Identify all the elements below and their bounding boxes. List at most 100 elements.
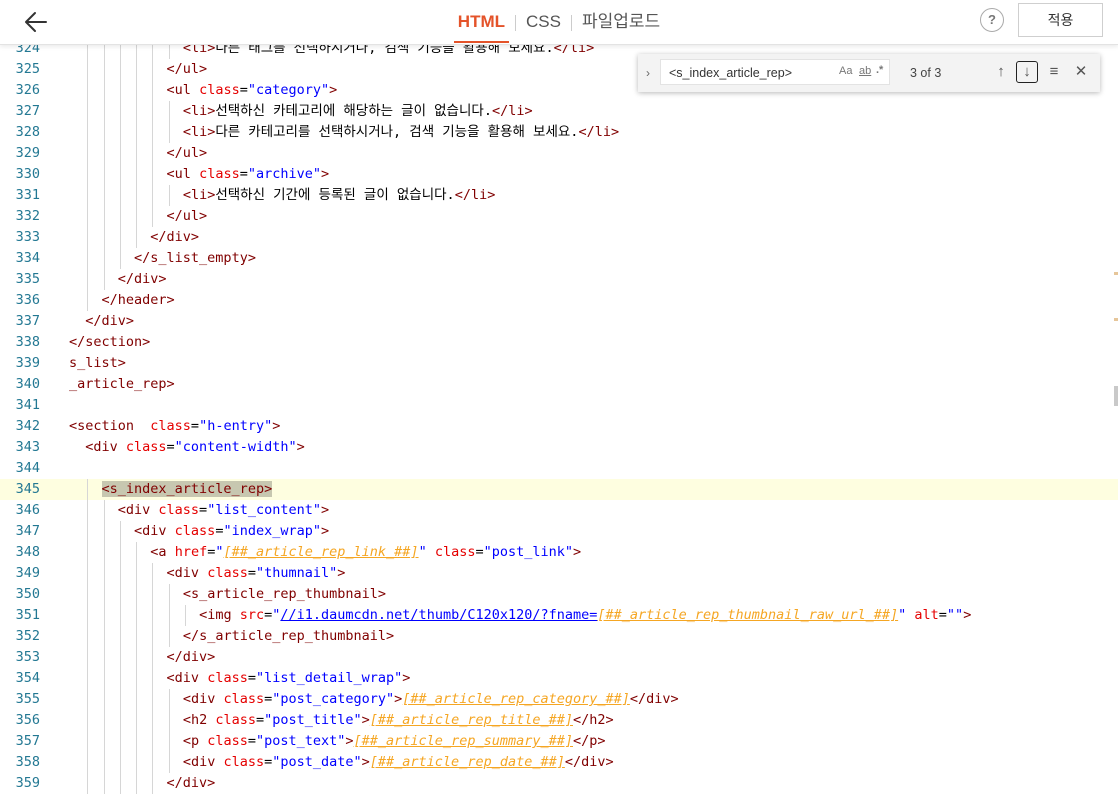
line-number: 333 [15, 229, 40, 245]
indent-guide [119, 101, 121, 122]
code-line[interactable]: 338 </section> [0, 332, 1118, 353]
code-line[interactable]: 334 </s_list_empty> [0, 248, 1118, 269]
code-line[interactable]: 332 </ul> [0, 206, 1118, 227]
indent-guide [136, 227, 138, 248]
scrollbar-thumb[interactable] [1114, 386, 1118, 406]
line-number: 327 [15, 103, 40, 119]
indent-guide [184, 605, 186, 626]
indent-guide [103, 584, 105, 605]
code-line[interactable]: 352 </s_article_rep_thumbnail> [0, 626, 1118, 647]
find-input[interactable] [667, 63, 821, 83]
code-line[interactable]: 354 <div class="list_detail_wrap"> [0, 668, 1118, 689]
code-token-tag: </s_article_rep_thumbnail> [182, 628, 395, 644]
code-line[interactable]: 339 s_list> [0, 353, 1118, 374]
code-token-tag: <ul [166, 166, 200, 182]
indent-guide [87, 689, 89, 710]
toggle-replace-chevron-icon[interactable]: › [646, 66, 650, 80]
code-line[interactable]: 349 <div class="thumnail"> [0, 563, 1118, 584]
code-token-tag: <li> [182, 103, 216, 119]
code-line[interactable]: 344 [0, 458, 1118, 479]
find-widget: › Aa ab .* 3 of 3 ↑ ↓ ≡ ✕ [638, 54, 1100, 92]
code-token-tmpl: [##_article_rep_date_##] [369, 754, 565, 770]
code-line[interactable]: 358 <div class="post_date">[##_article_re… [0, 752, 1118, 773]
code-token-tag: <img [199, 607, 240, 623]
code-text: <s_article_rep_thumbnail> [183, 584, 386, 605]
code-line[interactable]: 355 <div class="post_category">[##_articl… [0, 689, 1118, 710]
code-line[interactable]: 329 </ul> [0, 143, 1118, 164]
code-token-tag: > [337, 565, 346, 581]
code-line[interactable]: 336 </header> [0, 290, 1118, 311]
code-token-tag: </li> [491, 103, 533, 119]
indent-guide [136, 122, 138, 143]
code-line[interactable]: 348 <a href="[##_article_rep_link_##]" cl… [0, 542, 1118, 563]
previous-match-arrow-up-icon[interactable]: ↑ [990, 61, 1012, 83]
code-token-tmpl: [##_article_rep_summary_##] [353, 733, 573, 749]
indent-guide [119, 731, 121, 752]
close-icon[interactable]: ✕ [1070, 61, 1092, 83]
tab-html[interactable]: HTML [453, 3, 510, 43]
code-token-tag: <div [166, 565, 208, 581]
apply-button[interactable]: 적용 [1018, 3, 1103, 37]
indent-guide [103, 59, 105, 80]
code-line[interactable]: 340 _article_rep> [0, 374, 1118, 395]
code-line[interactable]: 327 <li>선택하신 카테고리에 해당하는 글이 없습니다.</li> [0, 101, 1118, 122]
code-token-tmpl: [##_article_rep_link_##] [223, 544, 419, 560]
code-line[interactable]: 343 <div class="content-width"> [0, 437, 1118, 458]
code-token-str: "" [946, 607, 964, 623]
code-token-str: "thumnail" [255, 565, 338, 581]
find-in-selection-icon[interactable]: ≡ [1043, 61, 1065, 83]
code-line[interactable]: 357 <p class="post_text">[##_article_rep_… [0, 731, 1118, 752]
code-text: </div> [85, 311, 134, 332]
code-token-attr: class [199, 166, 240, 182]
code-line[interactable]: 356 <h2 class="post_title">[##_article_re… [0, 710, 1118, 731]
code-token-tag: > [296, 439, 305, 455]
indent-guide [119, 668, 121, 689]
code-line[interactable]: 341 [0, 395, 1118, 416]
code-line[interactable]: 346 <div class="list_content"> [0, 500, 1118, 521]
code-line[interactable]: 331 <li>선택하신 기간에 등록된 글이 없습니다.</li> [0, 185, 1118, 206]
code-editor[interactable]: 324 <li>다른 태그를 선택하시거나, 검색 기능을 활용해 보세요.</l… [0, 44, 1118, 798]
indent-guide [87, 500, 89, 521]
indent-guide [87, 647, 89, 668]
code-line[interactable]: 330 <ul class="archive"> [0, 164, 1118, 185]
code-line[interactable]: 333 </div> [0, 227, 1118, 248]
code-token-attr: src [239, 607, 265, 623]
whole-word-toggle[interactable]: ab [859, 65, 871, 77]
code-line[interactable]: 350 <s_article_rep_thumbnail> [0, 584, 1118, 605]
code-token-attr: class [434, 544, 476, 560]
line-number: 336 [15, 292, 40, 308]
code-line[interactable]: 353 </div> [0, 647, 1118, 668]
indent-guide [136, 80, 138, 101]
code-line[interactable]: 337 </div> [0, 311, 1118, 332]
indent-guide [152, 773, 154, 794]
help-icon[interactable]: ? [980, 8, 1004, 32]
tab-file-upload[interactable]: 파일업로드 [578, 0, 664, 44]
indent-guide [119, 605, 121, 626]
tab-divider [570, 14, 572, 31]
line-number: 328 [15, 124, 40, 140]
code-token-text: = [264, 691, 273, 707]
next-match-arrow-down-icon[interactable]: ↓ [1016, 61, 1038, 83]
match-case-toggle[interactable]: Aa [839, 65, 852, 77]
indent-guide [87, 101, 89, 122]
indent-guide [152, 731, 154, 752]
code-text: </section> [69, 332, 150, 353]
code-token-tag: </h2> [573, 712, 614, 728]
code-text: <div class="content-width"> [85, 437, 304, 458]
indent-guide [136, 773, 138, 794]
code-line[interactable]: 342 <section class="h-entry"> [0, 416, 1118, 437]
regex-toggle[interactable]: .* [876, 64, 883, 76]
code-text: </div> [118, 269, 167, 290]
code-line[interactable]: 359 </div> [0, 773, 1118, 794]
code-line[interactable]: 335 </div> [0, 269, 1118, 290]
code-token-attr: class [207, 565, 248, 581]
indent-guide [136, 710, 138, 731]
code-line[interactable]: 347 <div class="index_wrap"> [0, 521, 1118, 542]
code-token-tag: <div [117, 502, 159, 518]
code-line[interactable]: 328 <li>다른 카테고리를 선택하시거나, 검색 기능을 활용해 보세요.<… [0, 122, 1118, 143]
line-number: 348 [15, 544, 40, 560]
tab-css[interactable]: CSS [522, 0, 565, 44]
code-line[interactable]: 345 <s_index_article_rep> [0, 479, 1118, 500]
indent-guide [103, 80, 105, 101]
code-line[interactable]: 351 <img src="//i1.daumcdn.net/thumb/C120… [0, 605, 1118, 626]
